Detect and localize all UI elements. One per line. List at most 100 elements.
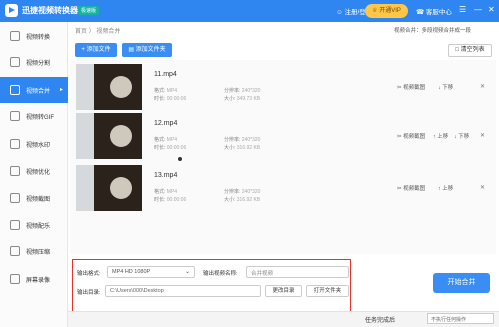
version-badge: 极速版 bbox=[78, 6, 100, 15]
meta-label: 格式: bbox=[154, 189, 166, 195]
remove-file-button[interactable]: ✕ bbox=[480, 132, 485, 139]
video-split-icon bbox=[10, 57, 20, 67]
move-down-label: 下移 bbox=[458, 134, 470, 140]
after-done-value: 不执行任何操作 bbox=[431, 317, 467, 323]
video-merge-icon bbox=[10, 85, 20, 95]
sidebar-item-video-convert[interactable]: 视频转换 bbox=[0, 23, 68, 49]
sidebar-item-video-split[interactable]: 视频分割 bbox=[0, 49, 68, 75]
screenshot-label: 视频截图 bbox=[403, 134, 426, 140]
add-folder-button[interactable]: ▤ 添加文件夹 bbox=[122, 43, 172, 57]
app-title: 迅捷视频转换器 bbox=[22, 6, 78, 15]
screenshot-icon bbox=[10, 193, 20, 203]
vip-label: 开通VIP bbox=[379, 8, 401, 14]
sidebar-item-label: 屏幕录像 bbox=[26, 278, 51, 284]
list-item[interactable]: 11.mp4 格式: MP4 分辨率: 240*320 时长: 00:00:06… bbox=[70, 62, 496, 114]
gif-icon bbox=[10, 111, 20, 121]
move-up-label: 上移 bbox=[437, 134, 449, 140]
file-format: 格式: MP4 bbox=[154, 87, 177, 94]
meta-value: 00:00:06 bbox=[166, 96, 187, 102]
meta-value: MP4 bbox=[166, 88, 178, 94]
close-window-button[interactable]: ✕ bbox=[488, 5, 495, 15]
sidebar-item-video-to-gif[interactable]: 视频转GIF bbox=[0, 103, 68, 129]
output-dir-label: 输出目录: bbox=[77, 290, 101, 296]
output-name-input[interactable]: 合并视频 bbox=[246, 266, 349, 278]
meta-value: 00:00:06 bbox=[166, 197, 187, 203]
add-file-button[interactable]: + 添加文件 bbox=[75, 43, 117, 57]
sidebar-item-label: 视频转GIF bbox=[26, 115, 54, 121]
open-folder-button[interactable]: 打开文件夹 bbox=[306, 285, 349, 297]
meta-value: 240*320 bbox=[241, 137, 261, 143]
service-center-link[interactable]: ☎ 客服中心 bbox=[416, 6, 452, 16]
screenshot-button[interactable]: ✂ 视频截图 bbox=[397, 184, 425, 192]
screenshot-label: 视频截图 bbox=[403, 85, 426, 91]
output-format-label: 输出格式: bbox=[77, 271, 101, 277]
file-list: 11.mp4 格式: MP4 分辨率: 240*320 时长: 00:00:06… bbox=[70, 60, 496, 254]
sidebar-item-screenshot[interactable]: 视频截图 bbox=[0, 185, 68, 211]
sidebar-item-label: 视频分割 bbox=[26, 61, 51, 67]
move-down-button[interactable]: ↓ 下移 bbox=[454, 132, 469, 140]
scissors-icon: ✂ bbox=[397, 85, 402, 91]
change-dir-button[interactable]: 更改目录 bbox=[265, 285, 302, 297]
sidebar-item-label: 视频合并 bbox=[26, 89, 51, 95]
move-up-button[interactable]: ↑ 上移 bbox=[433, 132, 448, 140]
sidebar: 视频转换 视频分割 视频合并 ▸ 视频转GIF 视频水印 视频优化 视频截图 视频… bbox=[0, 22, 68, 327]
screenshot-button[interactable]: ✂ 视频截图 bbox=[397, 83, 425, 91]
file-name: 12.mp4 bbox=[154, 120, 178, 127]
minimize-button[interactable]: — bbox=[474, 5, 482, 15]
meta-value: MP4 bbox=[166, 189, 178, 195]
move-up-label: 上移 bbox=[442, 186, 454, 192]
meta-label: 大小: bbox=[224, 197, 236, 203]
move-down-button[interactable]: ↓ 下移 bbox=[438, 83, 453, 91]
chevron-down-icon: ⌄ bbox=[184, 269, 190, 275]
sidebar-item-music[interactable]: 视频配乐 bbox=[0, 212, 68, 238]
output-dir-input[interactable]: C:\Users\000\Desktop bbox=[105, 285, 261, 297]
music-icon bbox=[10, 220, 20, 230]
scissors-icon: ✂ bbox=[397, 134, 402, 140]
sidebar-item-compress[interactable]: 视频压缩 bbox=[0, 238, 68, 264]
meta-value: 00:00:06 bbox=[166, 145, 187, 151]
clear-list-button[interactable]: □ 清空列表 bbox=[448, 44, 492, 57]
remove-file-button[interactable]: ✕ bbox=[480, 184, 485, 191]
divider-handle[interactable] bbox=[178, 157, 182, 161]
task-done-label: 任务完成后 bbox=[365, 318, 396, 324]
list-item[interactable]: 12.mp4 格式: MP4 分辨率: 240*320 时长: 00:00:06… bbox=[70, 111, 496, 163]
file-name: 11.mp4 bbox=[154, 71, 177, 78]
menu-icon[interactable]: ☰ bbox=[459, 5, 466, 15]
video-thumbnail bbox=[76, 113, 142, 159]
output-format-select[interactable]: MP4 HD 1080P ⌄ bbox=[107, 266, 195, 278]
meta-label: 大小: bbox=[224, 96, 236, 102]
sidebar-item-video-merge[interactable]: 视频合并 ▸ bbox=[0, 77, 68, 103]
arrow-down-icon: ↓ bbox=[454, 134, 457, 140]
after-done-select[interactable]: 不执行任何操作 bbox=[427, 313, 494, 324]
meta-label: 分辨率: bbox=[224, 189, 241, 195]
sidebar-item-optimize[interactable]: 视频优化 bbox=[0, 158, 68, 184]
meta-value: 316.92 KB bbox=[236, 197, 261, 203]
remove-file-button[interactable]: ✕ bbox=[480, 83, 485, 90]
file-duration: 时长: 00:00:06 bbox=[154, 196, 186, 203]
screen-record-icon bbox=[10, 274, 20, 284]
sidebar-item-watermark[interactable]: 视频水印 bbox=[0, 131, 68, 157]
scissors-icon: ✂ bbox=[397, 186, 402, 192]
start-merge-button[interactable]: 开始合并 bbox=[433, 273, 490, 293]
vip-button[interactable]: ♕ 开通VIP bbox=[365, 4, 408, 18]
sidebar-item-label: 视频水印 bbox=[26, 143, 51, 149]
file-duration: 时长: 00:00:06 bbox=[154, 144, 186, 151]
compress-icon bbox=[10, 246, 20, 256]
arrow-up-icon: ↑ bbox=[438, 186, 441, 192]
meta-label: 时长: bbox=[154, 197, 166, 203]
screenshot-button[interactable]: ✂ 视频截图 bbox=[397, 132, 425, 140]
list-item[interactable]: 13.mp4 格式: MP4 分辨率: 240*320 时长: 00:00:06… bbox=[70, 163, 496, 215]
file-format: 格式: MP4 bbox=[154, 136, 177, 143]
sidebar-item-label: 视频转换 bbox=[26, 35, 51, 41]
file-resolution: 分辨率: 240*320 bbox=[224, 87, 260, 94]
sidebar-item-screen-record[interactable]: 屏幕录像 bbox=[0, 266, 68, 292]
app-logo-icon bbox=[5, 4, 18, 17]
title-bar: 迅捷视频转换器 极速版 ☺ 注册/登录 ♕ 开通VIP ☎ 客服中心 ☰ — ✕ bbox=[0, 0, 499, 22]
meta-label: 时长: bbox=[154, 145, 166, 151]
file-size: 大小: 349.73 KB bbox=[224, 95, 260, 102]
video-convert-icon bbox=[10, 31, 20, 41]
sidebar-item-label: 视频配乐 bbox=[26, 224, 51, 230]
file-format: 格式: MP4 bbox=[154, 188, 177, 195]
chevron-right-icon: ▸ bbox=[60, 87, 64, 93]
move-up-button[interactable]: ↑ 上移 bbox=[438, 184, 453, 192]
